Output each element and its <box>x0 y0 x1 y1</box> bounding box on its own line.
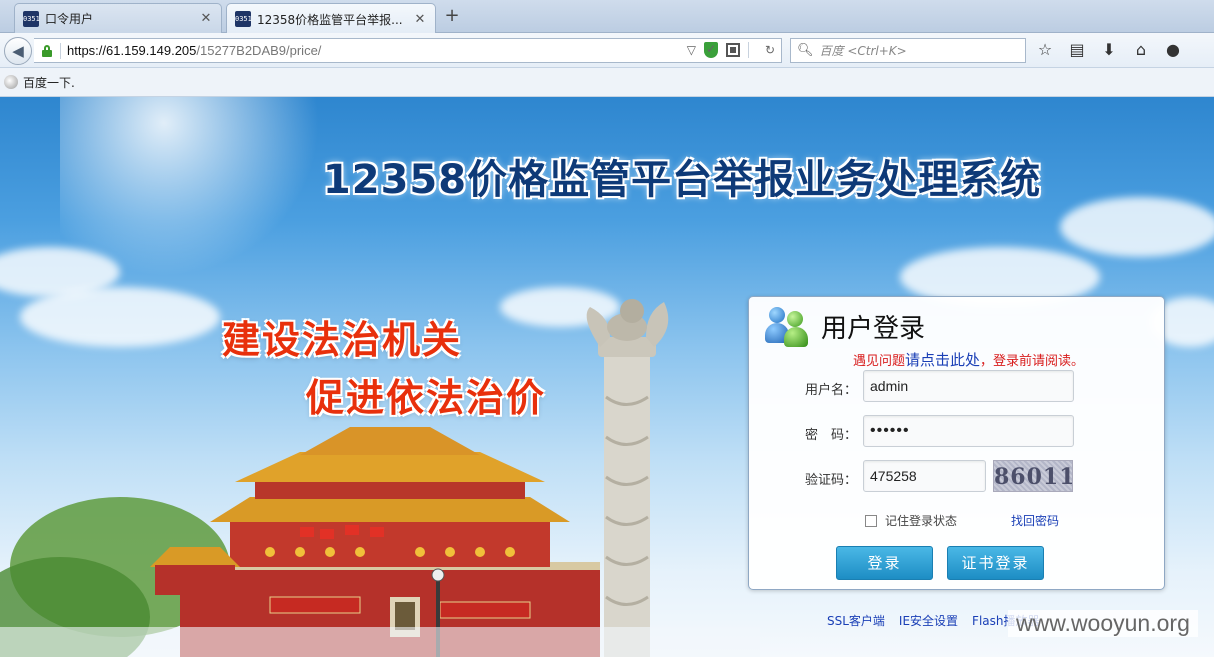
tab-title: 12358价格监管平台举报... <box>257 12 403 27</box>
username-row: 用户名： admin <box>749 370 1166 404</box>
help-link[interactable]: 请点击此处 <box>905 351 980 369</box>
cloud <box>1060 197 1214 257</box>
login-panel: 用户登录 遇见问题请点击此处，登录前请阅读。 用户名： admin 密 码： •… <box>748 296 1165 590</box>
slogan-line-2: 促进依法治价 <box>306 376 547 420</box>
page-content: 12358价格监管平台举报业务处理系统 建设法治机关 促进依法治价 用户登录 遇… <box>0 97 1214 657</box>
username-label: 用户名： <box>804 383 857 398</box>
reload-icon[interactable]: ↻ <box>763 43 777 57</box>
shield-icon[interactable]: ✓ <box>704 42 718 58</box>
bookmark-baidu[interactable]: 百度一下. <box>23 74 75 91</box>
url-path: /15277B2DAB9/price/ <box>196 43 322 58</box>
qr-code-icon[interactable] <box>726 43 740 57</box>
search-input[interactable]: 🔍︎ 百度 <Ctrl+K> <box>790 38 1026 63</box>
password-row: 密 码： •••••• <box>749 415 1166 449</box>
navigation-bar: ◀ https://61.159.149.205/15277B2DAB9/pri… <box>0 33 1214 68</box>
ssl-client-link[interactable]: SSL客户端 <box>827 612 885 629</box>
star-icon[interactable]: ☆ <box>1036 41 1054 59</box>
captcha-row: 验证码： 475258 860110 <box>749 460 1166 494</box>
arrow-left-icon: ◀ <box>12 42 24 60</box>
captcha-field[interactable]: 475258 <box>863 460 986 492</box>
address-bar[interactable]: https://61.159.149.205/15277B2DAB9/price… <box>34 38 782 63</box>
lock-icon <box>42 44 52 57</box>
users-icon <box>765 305 813 347</box>
divider <box>60 42 61 59</box>
bookmarks-list-icon[interactable]: ▤ <box>1068 41 1086 59</box>
bookmarks-bar: 百度一下. <box>0 68 1214 97</box>
globe-icon <box>4 75 18 89</box>
tab-title: 口令用户 <box>45 12 94 26</box>
site-favicon-icon: 0351 <box>23 10 40 27</box>
login-notice: 遇见问题请点击此处，登录前请阅读。 <box>853 349 1084 370</box>
tab-bar: 0351 口令用户 ✕ 0351 12358价格监管平台举报... ✕ + <box>0 0 1214 34</box>
remember-checkbox[interactable] <box>865 514 877 527</box>
page-title: 12358价格监管平台举报业务处理系统 <box>322 157 1042 203</box>
search-icon: 🔍︎ <box>797 43 814 58</box>
notice-suffix: ，登录前请阅读。 <box>980 354 1085 369</box>
close-icon[interactable]: ✕ <box>199 11 213 26</box>
forgot-password-link[interactable]: 找回密码 <box>1011 512 1059 529</box>
slogan-line-1: 建设法治机关 <box>222 318 463 362</box>
captcha-image[interactable]: 860110 <box>993 460 1073 492</box>
watermark: www.wooyun.org <box>1008 610 1198 637</box>
tab-price-platform[interactable]: 0351 12358价格监管平台举报... ✕ <box>226 3 436 34</box>
url-host: https://61.159.149.205 <box>67 43 197 58</box>
password-field[interactable]: •••••• <box>863 415 1074 447</box>
login-button[interactable]: 登录 <box>836 546 933 580</box>
remember-label: 记住登录状态 <box>885 514 958 528</box>
site-favicon-icon: 0351 <box>235 11 252 27</box>
home-icon[interactable]: ⌂ <box>1132 41 1150 59</box>
dropdown-arrow-icon[interactable]: ▽ <box>687 43 696 57</box>
ie-settings-link[interactable]: IE安全设置 <box>899 612 958 629</box>
search-placeholder: 百度 <Ctrl+K> <box>819 44 907 58</box>
divider <box>748 42 749 58</box>
cert-login-button[interactable]: 证书登录 <box>947 546 1044 580</box>
username-field[interactable]: admin <box>863 370 1074 402</box>
back-button[interactable]: ◀ <box>4 37 32 65</box>
password-label: 密 码： <box>804 428 857 443</box>
tab-kouling-user[interactable]: 0351 口令用户 ✕ <box>14 3 222 33</box>
notice-prefix: 遇见问题 <box>853 354 906 369</box>
new-tab-button[interactable]: + <box>442 6 462 26</box>
captcha-label: 验证码： <box>804 473 857 488</box>
chat-icon[interactable]: ● <box>1164 41 1182 59</box>
close-icon[interactable]: ✕ <box>413 12 427 27</box>
download-icon[interactable]: ⬇ <box>1100 41 1118 59</box>
remember-login[interactable]: 记住登录状态 <box>865 512 957 529</box>
login-title: 用户登录 <box>821 313 926 344</box>
